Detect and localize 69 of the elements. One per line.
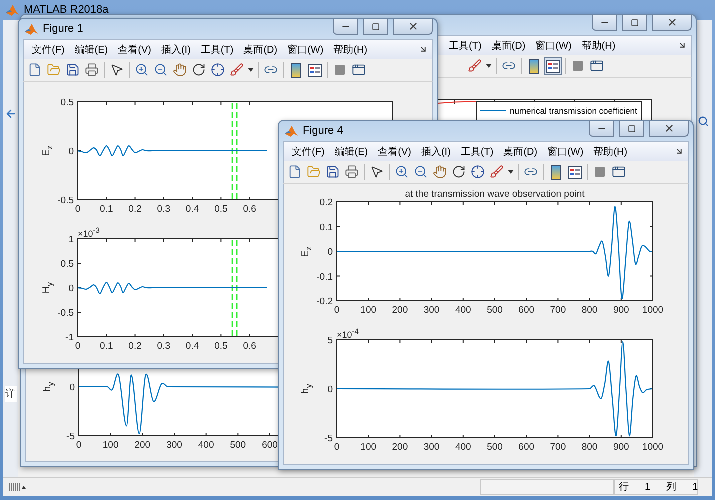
tick-label: 100 [360,305,377,316]
tick-label: 300 [424,305,440,316]
tick-label: 200 [392,442,408,453]
tick-label: 0 [334,442,340,453]
tick-label: 0.5 [60,98,74,108]
exponent-label: ×10$^{-3}$ [78,226,100,239]
tick-label: -0.1 [316,272,333,283]
tick-label: 200 [134,440,151,451]
tick-label: 0.5 [214,204,228,215]
tick-label: 400 [455,305,472,316]
tick-label: 0.2 [128,341,142,352]
exponent-label: ×10$^{-4}$ [337,327,359,340]
tick-label: 0.1 [100,341,114,352]
window-title: Figure 4 [303,125,344,137]
tick-label: -5 [324,434,333,444]
tick-label: 0 [328,247,333,258]
tick-label: 600 [518,442,535,453]
tick-label: 0 [75,341,81,352]
tick-label: 700 [550,305,566,316]
tick-label: 900 [613,305,630,316]
tick-label: 600 [518,305,535,316]
tick-label: 0.6 [243,204,256,215]
tick-label: 0.3 [157,204,171,215]
tick-label: 0.1 [320,222,333,234]
tick-label: 0 [70,382,75,394]
tick-label: 100 [102,440,119,451]
tick-label: 0 [334,305,340,316]
tick-label: 0.4 [186,341,200,352]
tick-label: 900 [613,442,630,453]
tick-label: 0.5 [60,259,74,270]
tick-label: 0 [76,440,82,451]
tick-label: 0.2 [320,198,333,208]
chart-title: at the transmission wave observation point [405,189,585,200]
window-title: MATLAB R2018a [24,4,109,16]
tick-label: 400 [455,442,472,453]
window-title: Figure 1 [43,23,84,35]
tick-label: 100 [360,442,377,453]
tick-label: 200 [392,305,408,316]
tick-label: 300 [166,440,182,451]
tick-label: -0.5 [58,196,74,206]
tick-label: 1000 [642,442,664,453]
tick-label: 800 [582,442,598,453]
tick-label: 5 [328,336,333,346]
tick-label: 500 [487,305,503,316]
tick-label: 0.6 [243,341,256,352]
legend-label: numerical transmission coefficient [510,106,638,116]
tick-label: -5 [66,432,75,442]
tick-label: 0.4 [186,204,200,215]
tick-label: 0.2 [128,204,142,215]
tick-label: 800 [582,305,598,316]
tick-label: 0 [75,204,81,215]
tick-label: 0.1 [100,204,114,215]
tick-label: 0 [68,284,74,294]
tick-label: -0.2 [316,296,333,308]
tick-label: 600 [262,440,278,451]
tick-label: -1 [66,332,74,344]
cursor-position: 行 1 列 1 [614,479,698,495]
tick-label: 500 [230,440,246,451]
tick-label: 700 [550,442,566,453]
tick-label: 1000 [642,305,664,316]
tick-label: 0 [68,146,74,158]
tick-label: -0.5 [58,308,74,319]
tick-label: 0.5 [214,341,228,352]
tick-label: 1 [68,234,74,246]
tick-label: 0 [328,384,333,396]
tick-label: 300 [424,442,440,453]
tick-label: 0.3 [157,341,171,352]
tick-label: 400 [198,440,214,451]
tick-label: 500 [487,442,503,453]
